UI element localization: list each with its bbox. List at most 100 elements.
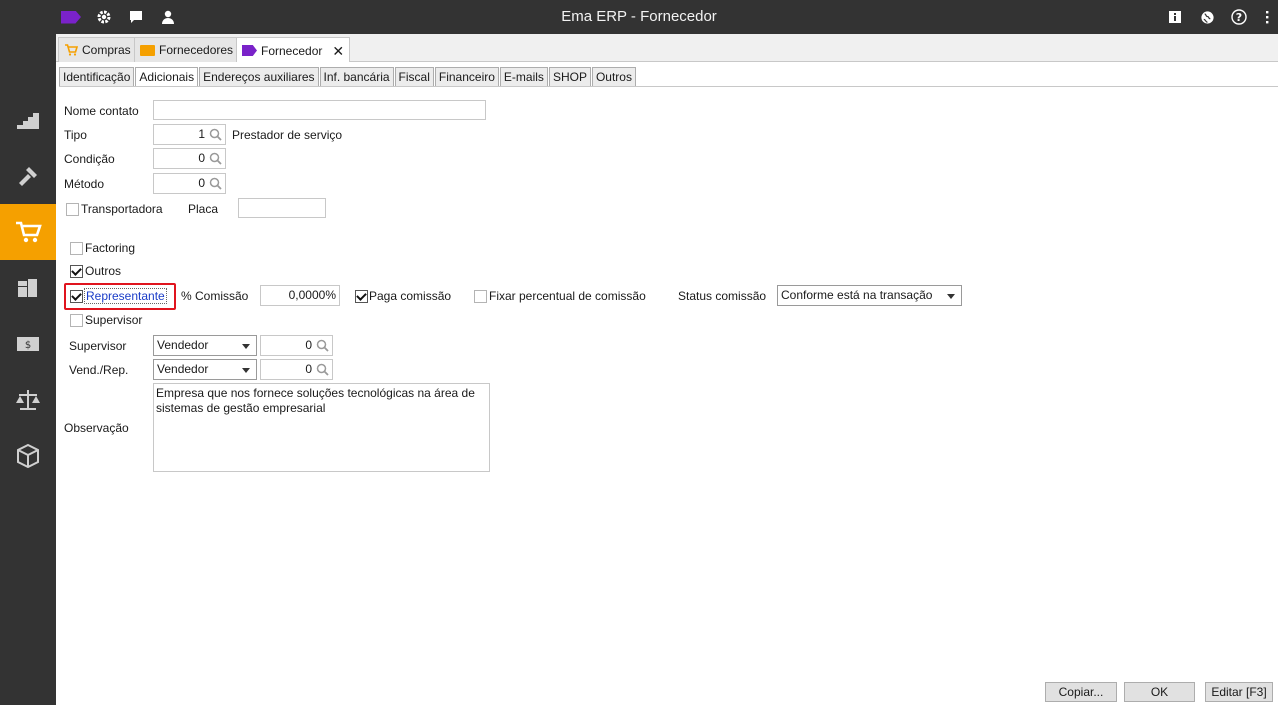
tab-label: Compras bbox=[82, 43, 131, 57]
representante-label[interactable]: Representante bbox=[84, 288, 167, 304]
metodo-field[interactable]: 0 bbox=[153, 173, 226, 194]
tab-inf-bancaria[interactable]: Inf. bancária bbox=[319, 67, 394, 87]
status-comissao-label: Status comissão bbox=[678, 289, 767, 303]
tab-adicionais[interactable]: Adicionais bbox=[135, 67, 199, 87]
nome-contato-label: Nome contato bbox=[64, 104, 139, 118]
search-icon[interactable] bbox=[209, 128, 222, 141]
svg-text:?: ? bbox=[1236, 11, 1242, 24]
sidebar-item-tools[interactable] bbox=[0, 148, 56, 204]
tab-financeiro[interactable]: Financeiro bbox=[434, 67, 499, 87]
help-icon[interactable]: ? bbox=[1229, 7, 1249, 27]
tab-outros[interactable]: Outros bbox=[591, 67, 636, 87]
comissao-label: % Comissão bbox=[181, 289, 249, 303]
sidebar-item-products[interactable] bbox=[0, 428, 56, 484]
observacao-textarea[interactable]: Empresa que nos fornece soluções tecnoló… bbox=[153, 383, 490, 472]
supervisor-type-value: Vendedor bbox=[157, 338, 209, 352]
transportadora-label: Transportadora bbox=[81, 202, 163, 216]
metodo-label: Método bbox=[64, 177, 105, 191]
tipo-description: Prestador de serviço bbox=[232, 128, 343, 142]
paga-comissao-label: Paga comissão bbox=[369, 289, 452, 303]
box-icon bbox=[17, 443, 39, 469]
tab-identificacao[interactable]: Identificação bbox=[59, 67, 135, 87]
representante-checkbox[interactable] bbox=[70, 290, 83, 303]
scale-icon bbox=[16, 390, 40, 410]
factoring-label: Factoring bbox=[85, 241, 136, 255]
tab-label: Fornecedor bbox=[261, 43, 323, 58]
sidebar-item-accounting[interactable] bbox=[0, 372, 56, 428]
supervisor-code-field[interactable]: 0 bbox=[260, 335, 333, 356]
cart-icon bbox=[65, 44, 78, 56]
status-comissao-value: Conforme está na transação bbox=[781, 288, 933, 302]
factory-icon bbox=[18, 279, 37, 297]
tab-enderecos-auxiliares[interactable]: Endereços auxiliares bbox=[199, 67, 319, 87]
title-bar: Ema ERP - Fornecedor ? bbox=[0, 0, 1278, 34]
transportadora-checkbox[interactable] bbox=[66, 203, 79, 216]
info-icon[interactable] bbox=[1165, 7, 1185, 27]
placa-label: Placa bbox=[188, 202, 219, 216]
fixar-percentual-checkbox[interactable] bbox=[474, 290, 487, 303]
sidebar-item-production[interactable] bbox=[0, 260, 56, 316]
sidebar-item-stock[interactable] bbox=[0, 92, 56, 148]
edit-button[interactable]: Editar [F3] bbox=[1205, 682, 1273, 702]
factoring-checkbox[interactable] bbox=[70, 242, 83, 255]
ok-button[interactable]: OK bbox=[1124, 682, 1195, 702]
supervisor-code-value: 0 bbox=[305, 338, 312, 352]
tab-emails[interactable]: E-mails bbox=[499, 67, 548, 87]
sidebar-item-purchases[interactable] bbox=[0, 204, 56, 260]
cart-icon bbox=[16, 221, 42, 243]
tab-label: Fornecedores bbox=[159, 43, 234, 57]
outros-label: Outros bbox=[85, 264, 122, 278]
search-icon[interactable] bbox=[316, 339, 329, 352]
search-icon[interactable] bbox=[209, 177, 222, 190]
chevron-down-icon bbox=[242, 368, 250, 373]
svg-text:$: $ bbox=[25, 340, 31, 351]
placa-field[interactable] bbox=[238, 198, 326, 218]
chevron-down-icon bbox=[947, 294, 955, 299]
tab-compras[interactable]: Compras bbox=[58, 37, 137, 62]
folder-icon bbox=[140, 44, 155, 56]
condicao-field[interactable]: 0 bbox=[153, 148, 226, 169]
tab-shop[interactable]: SHOP bbox=[548, 67, 591, 87]
tab-fornecedor[interactable]: Fornecedor ✕ bbox=[236, 37, 351, 63]
tipo-value: 1 bbox=[198, 127, 205, 141]
vendrep-label: Vend./Rep. bbox=[69, 363, 129, 377]
condicao-label: Condição bbox=[64, 152, 115, 166]
globe-icon[interactable] bbox=[1197, 7, 1217, 27]
section-tabs: Identificação Adicionais Endereços auxil… bbox=[59, 67, 637, 87]
copy-button[interactable]: Copiar... bbox=[1045, 682, 1117, 702]
tab-fornecedores[interactable]: Fornecedores bbox=[134, 37, 240, 62]
condicao-value: 0 bbox=[198, 151, 205, 165]
supervisor-label: Supervisor bbox=[69, 339, 127, 353]
supervisor-checkbox-label: Supervisor bbox=[85, 313, 143, 327]
chevron-down-icon bbox=[242, 344, 250, 349]
vendrep-code-value: 0 bbox=[305, 362, 312, 376]
tipo-field[interactable]: 1 bbox=[153, 124, 226, 145]
tab-fiscal[interactable]: Fiscal bbox=[394, 67, 434, 87]
comissao-field[interactable]: 0,0000% bbox=[260, 285, 340, 306]
document-tabs: Compras Fornecedores Fornecedor ✕ bbox=[56, 34, 1278, 63]
supervisor-checkbox[interactable] bbox=[70, 314, 83, 327]
vendrep-code-field[interactable]: 0 bbox=[260, 359, 333, 380]
nome-contato-field[interactable] bbox=[153, 100, 486, 120]
paga-comissao-checkbox[interactable] bbox=[355, 290, 368, 303]
tag-icon bbox=[242, 45, 257, 56]
money-icon: $ bbox=[17, 337, 39, 351]
window-title: Ema ERP - Fornecedor bbox=[561, 8, 717, 25]
supervisor-type-select[interactable]: Vendedor bbox=[153, 335, 257, 356]
fixar-percentual-label: Fixar percentual de comissão bbox=[489, 289, 646, 303]
observacao-label: Observação bbox=[64, 421, 129, 435]
search-icon[interactable] bbox=[209, 152, 222, 165]
tipo-label: Tipo bbox=[64, 128, 87, 142]
sidebar: $ bbox=[0, 34, 56, 705]
tools-icon bbox=[19, 167, 37, 186]
outros-checkbox[interactable] bbox=[70, 265, 83, 278]
stairs-icon bbox=[17, 113, 39, 129]
vendrep-type-value: Vendedor bbox=[157, 362, 209, 376]
status-comissao-select[interactable]: Conforme está na transação bbox=[777, 285, 962, 306]
menu-icon[interactable] bbox=[1260, 7, 1274, 27]
sidebar-item-finance[interactable]: $ bbox=[0, 316, 56, 372]
search-icon[interactable] bbox=[316, 363, 329, 376]
metodo-value: 0 bbox=[198, 176, 205, 190]
close-icon[interactable]: ✕ bbox=[332, 44, 344, 58]
vendrep-type-select[interactable]: Vendedor bbox=[153, 359, 257, 380]
